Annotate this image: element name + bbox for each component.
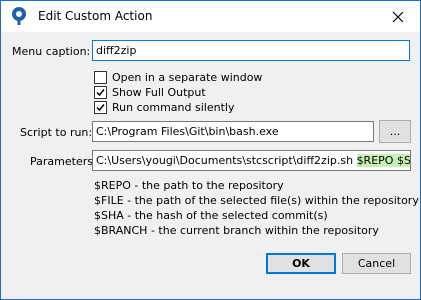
checkbox-box <box>94 70 107 84</box>
script-to-run-label: Script to run: <box>20 126 93 139</box>
checkbox-label: Run command silently <box>112 100 235 114</box>
open-separate-window-checkbox[interactable]: Open in a separate window <box>94 70 262 84</box>
browse-button[interactable]: ... <box>379 120 411 143</box>
help-repo: $REPO - the path to the repository <box>94 179 284 192</box>
edit-custom-action-dialog: Edit Custom Action Menu caption: diff2zi… <box>0 0 421 300</box>
parameters-text: C:\Users\yougi\Documents\stcscript\diff2… <box>96 154 357 167</box>
parameters-label: Parameters <box>30 155 93 168</box>
parameters-highlighted-text: $REPO $SH <box>356 154 410 167</box>
checkbox-label: Open in a separate window <box>112 70 263 84</box>
title-bar[interactable]: Edit Custom Action <box>1 1 420 32</box>
help-sha: $SHA - the hash of the selected commit(s… <box>94 209 328 222</box>
show-full-output-checkbox[interactable]: Show Full Output <box>94 85 206 99</box>
sourcetree-app-icon <box>9 6 29 26</box>
parameters-input[interactable]: C:\Users\yougi\Documents\stcscript\diff2… <box>92 150 411 171</box>
help-file: $FILE - the path of the selected file(s)… <box>94 194 419 207</box>
run-silently-checkbox[interactable]: Run command silently <box>94 100 234 114</box>
checkbox-label: Show Full Output <box>112 85 206 99</box>
help-branch: $BRANCH - the current branch within the … <box>94 224 379 237</box>
script-path-input[interactable]: C:\Program Files\Git\bin\bash.exe <box>92 121 374 142</box>
close-icon <box>392 11 404 22</box>
menu-caption-label: Menu caption: <box>12 45 91 58</box>
checkbox-box <box>94 85 107 99</box>
ok-button[interactable]: OK <box>266 253 336 274</box>
menu-caption-input[interactable]: diff2zip <box>92 40 410 61</box>
close-button[interactable] <box>376 1 420 32</box>
checkbox-box <box>94 100 107 114</box>
cancel-button[interactable]: Cancel <box>342 253 411 274</box>
checkmark-icon <box>96 103 105 111</box>
checkmark-icon <box>96 88 105 96</box>
window-title: Edit Custom Action <box>38 9 153 23</box>
